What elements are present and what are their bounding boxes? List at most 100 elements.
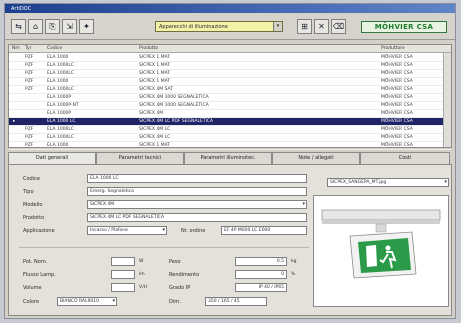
cell-maker: MÖHVIER CSA [381,143,413,148]
volt-unit: V/H [139,285,147,290]
cell-product: SICPEX 4M 1000 SEGNALETICA [139,95,209,100]
cell-maker: MÖHVIER CSA [381,103,413,108]
cell-nm: ▸ [13,119,16,124]
category-select[interactable]: Apparecchi di illuminazione ▾ [155,21,283,32]
cell-tyr: PZF [25,143,34,148]
toolbar: ⇆ ⌂ ⎘ ⇲ ✦ Apparecchi di illuminazione ▾ … [5,14,455,40]
table-row[interactable]: PZF ELA 1000 SICPEX 1 MAT MÖHVIER CSA [9,142,451,150]
chevron-down-icon: ▾ [273,22,282,31]
table-row[interactable]: PZF ELA 1000LC SICPEX 4M LC MÖHVIER CSA [9,134,451,142]
cell-product: SICPEX 4M 1000 SEGNALETICA [139,103,209,108]
export-icon[interactable]: ⇲ [62,19,77,34]
cell-product: SICPEX 4M LC PDF SEGNALETICA [139,119,214,124]
grid-view-icon[interactable]: ⊞ [297,19,312,34]
product-table: Nm Tyr Codice Prodotto Produttore PZF ELA… [8,44,452,150]
peso-field[interactable]: 0.5 [235,257,287,266]
cell-code: ELA 1000P [47,111,72,116]
modello-select[interactable]: SICPEX 4M [87,200,307,209]
table-row[interactable]: PZF ELA 1000LC SICPEX 1 MAT MÖHVIER CSA [9,70,451,78]
column-header-nm[interactable]: Nm [12,46,20,51]
cell-product: SICPEX 1 MAT [139,143,171,148]
home-icon[interactable]: ⌂ [28,19,43,34]
rendimento-field[interactable]: 0 [235,270,287,279]
cell-maker: MÖHVIER CSA [381,79,413,84]
window-title: ArtiDOC [5,4,455,13]
volt-label: Volume [23,285,42,291]
cell-product: SICPEX 4M LC [139,135,171,140]
column-header-maker[interactable]: Produttore [381,46,405,51]
cell-tyr: PZF [25,55,34,60]
category-select-value: Apparecchi di illuminazione [159,24,228,30]
brand-logo: MÖHVIER CSA [361,21,447,33]
grado-ip-field[interactable]: IP 40 / IP65 [235,283,287,292]
dim-field[interactable]: 350 / 165 / 45 [205,297,267,306]
copy-icon[interactable]: ⎘ [45,19,60,34]
cell-code: ELA 1000P [47,95,72,100]
modello-label: Modello [23,202,43,208]
cell-maker: MÖHVIER CSA [381,71,413,76]
table-row[interactable]: PZF ELA 1000LC SICPEX 1 MAT MÖHVIER CSA [9,62,451,70]
exit-sign-luminaire-icon [321,209,441,279]
table-row[interactable]: PZF ELA 1000LC SICPEX 4M SAT MÖHVIER CSA [9,86,451,94]
wizard-icon[interactable]: ✦ [79,19,94,34]
flux-unit: lm [139,272,145,277]
cell-product: SICPEX 4M SAT [139,87,173,92]
cell-product: SICPEX 1 MAT [139,79,171,84]
tipo-field[interactable]: Emerg. Segnaletica [87,187,307,196]
column-header-product[interactable]: Prodotto [139,46,158,51]
rendimento-label: Rendimento [169,272,200,278]
pot-nom-field[interactable] [111,257,135,266]
cell-code: ELA 1000 [47,79,69,84]
cell-maker: MÖHVIER CSA [381,135,413,140]
detail-panel: Codice ELA 1000 LC Tipo Emerg. Segnaleti… [8,164,452,316]
cell-product: SICPEX 1 MAT [139,71,171,76]
cell-maker: MÖHVIER CSA [381,63,413,68]
cell-code: ELA 1000 [47,55,69,60]
clear-icon[interactable]: ⌫ [331,19,346,34]
cell-product: SICPEX 1 MAT [139,63,171,68]
cell-tyr: PZF [25,127,34,132]
flux-field[interactable] [111,270,135,279]
pot-nom-label: Pot. Nom. [23,259,48,265]
table-row[interactable]: PZF ELA 1000 SICPEX 1 MAT MÖHVIER CSA [9,78,451,86]
cell-maker: MÖHVIER CSA [381,119,413,124]
cell-tyr: PZF [25,71,34,76]
column-header-code[interactable]: Codice [47,46,62,51]
cell-tyr: PZF [25,63,34,68]
table-header: Nm Tyr Codice Prodotto Produttore [9,45,451,53]
nr-ordine-label: Nr. ordine [181,228,206,234]
cell-tyr: PZF [25,135,34,140]
cell-tyr: PZF [25,79,34,84]
nr-ordine-field[interactable]: EF 4P M000 LC E000 [221,226,307,235]
image-file-select[interactable]: SICPEX_SANGEPA_MT.jpg [327,178,449,187]
column-header-tyr[interactable]: Tyr [25,46,32,51]
cell-maker: MÖHVIER CSA [381,111,413,116]
table-row[interactable]: PZF ELA 1000LC SICPEX 4M LC MÖHVIER CSA [9,126,451,134]
cell-maker: MÖHVIER CSA [381,55,413,60]
flux-label: Flusso Lamp. [23,272,56,278]
table-row[interactable]: PZF ELA 1000 SICPEX 1 MAT MÖHVIER CSA [9,54,451,62]
colore-select[interactable]: BIANCO RAL9010 [57,297,117,306]
applicazione-select[interactable]: Incasso / Plafone [87,226,167,235]
peso-unit: kg [291,259,297,264]
cell-maker: MÖHVIER CSA [381,95,413,100]
volt-field[interactable] [111,283,135,292]
table-scrollbar[interactable] [443,53,451,147]
cell-code: ELA 1000LC [47,63,75,68]
cell-product: SICPEX 4M [139,111,164,116]
cell-tyr: PZF [25,87,34,92]
codice-field[interactable]: ELA 1000 LC [87,174,307,183]
prodotto-field[interactable]: SICPEX 4M LC PDF SEGNALETICA [87,213,307,222]
table-row[interactable]: ELA 1000P SICPEX 4M MÖHVIER CSA [9,110,451,118]
navigate-icon[interactable]: ⇆ [11,19,26,34]
dim-label: Dim. [169,299,181,305]
codice-label: Codice [23,176,40,182]
close-icon[interactable]: ✕ [314,19,329,34]
cell-product: SICPEX 4M LC [139,127,171,132]
table-row[interactable]: ▸ ELA 1000 LC SICPEX 4M LC PDF SEGNALETICA… [9,118,451,126]
table-row[interactable]: ELA 1000P-NT SICPEX 4M 1000 SEGNALETICA MÖ… [9,102,451,110]
rendimento-unit: % [291,272,296,277]
cell-code: ELA 1000LC [47,135,75,140]
table-row[interactable]: ELA 1000P SICPEX 4M 1000 SEGNALETICA MÖHVI… [9,94,451,102]
cell-product: SICPEX 1 MAT [139,55,171,60]
